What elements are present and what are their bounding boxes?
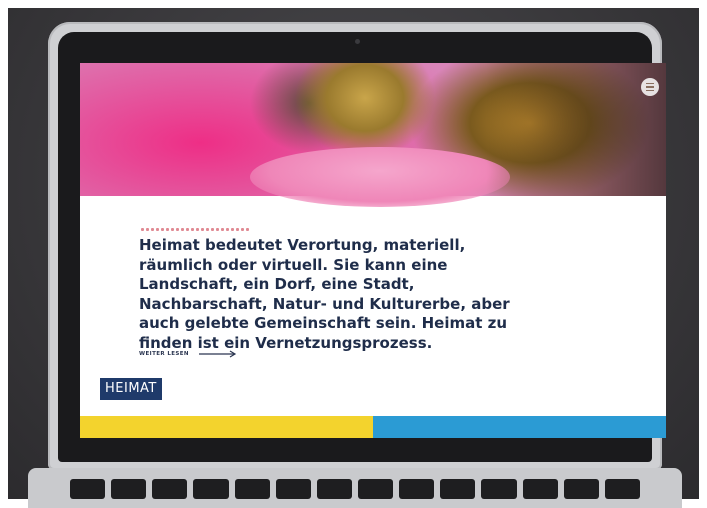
heimat-logo-badge[interactable]: HEIMAT xyxy=(100,378,162,400)
keyboard-keys xyxy=(70,479,640,499)
dotted-divider xyxy=(140,227,250,232)
read-more-label: WEITER LESEN xyxy=(139,351,189,357)
arrow-right-icon xyxy=(198,350,237,358)
hero-image-bee xyxy=(80,63,666,207)
key xyxy=(316,479,352,499)
footer-bar-blue xyxy=(373,416,666,438)
menu-icon[interactable] xyxy=(641,78,659,96)
webcam-icon xyxy=(355,39,360,44)
hero-petal xyxy=(250,147,510,207)
key xyxy=(275,479,311,499)
footer-bar-yellow xyxy=(80,416,373,438)
key xyxy=(604,479,640,499)
key xyxy=(399,479,435,499)
key xyxy=(440,479,476,499)
intro-text: Heimat bedeutet Verortung, materiell, rä… xyxy=(139,236,510,352)
key xyxy=(481,479,517,499)
menu-line xyxy=(646,86,654,88)
key xyxy=(152,479,188,499)
key xyxy=(563,479,599,499)
key xyxy=(357,479,394,499)
key xyxy=(70,479,106,499)
menu-line xyxy=(646,82,654,85)
key xyxy=(522,479,558,499)
website-screen: Heimat bedeutet Verortung, materiell, rä… xyxy=(80,63,666,438)
read-more-link[interactable]: WEITER LESEN xyxy=(139,348,237,360)
key xyxy=(234,479,270,499)
hero-shade xyxy=(486,63,666,196)
menu-line xyxy=(646,89,654,92)
key xyxy=(111,479,147,499)
key xyxy=(193,479,229,499)
